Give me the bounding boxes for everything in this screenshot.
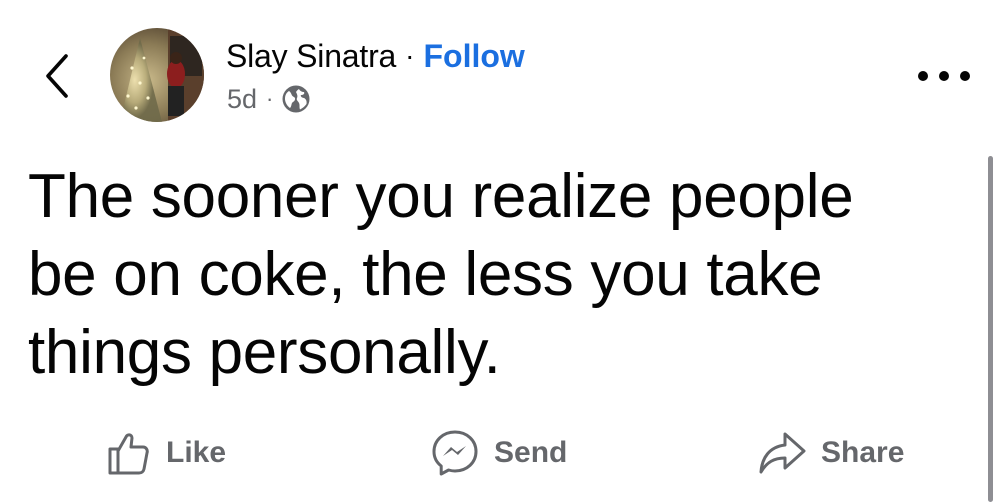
like-label: Like [166, 436, 227, 469]
messenger-icon [432, 430, 478, 476]
dot-separator: · [266, 86, 274, 111]
post-age[interactable]: 5d [227, 84, 257, 115]
post-text: The sooner you realize people be on coke… [28, 162, 854, 387]
globe-icon[interactable] [281, 84, 311, 114]
thumbs-up-icon [108, 433, 149, 475]
avatar[interactable] [110, 28, 204, 122]
back-button[interactable] [36, 50, 76, 102]
chevron-left-icon [46, 54, 68, 98]
dot-separator: · [405, 40, 415, 71]
more-options-dot [960, 71, 970, 81]
more-options-icon [918, 71, 928, 81]
author-line: Slay Sinatra · Follow [226, 36, 525, 76]
share-arrow-icon [759, 432, 806, 474]
post-meta: 5d · [227, 82, 311, 116]
follow-button[interactable]: Follow [423, 38, 524, 75]
share-button[interactable]: Share [757, 424, 904, 482]
share-label: Share [821, 436, 905, 469]
send-label: Send [494, 436, 568, 469]
more-options-button[interactable] [918, 62, 970, 90]
avatar-image [110, 28, 204, 122]
scrollbar[interactable] [988, 156, 993, 502]
author-name[interactable]: Slay Sinatra [226, 38, 396, 75]
like-button[interactable]: Like [104, 424, 226, 482]
more-options-dot [939, 71, 949, 81]
send-button[interactable]: Send [430, 424, 567, 482]
